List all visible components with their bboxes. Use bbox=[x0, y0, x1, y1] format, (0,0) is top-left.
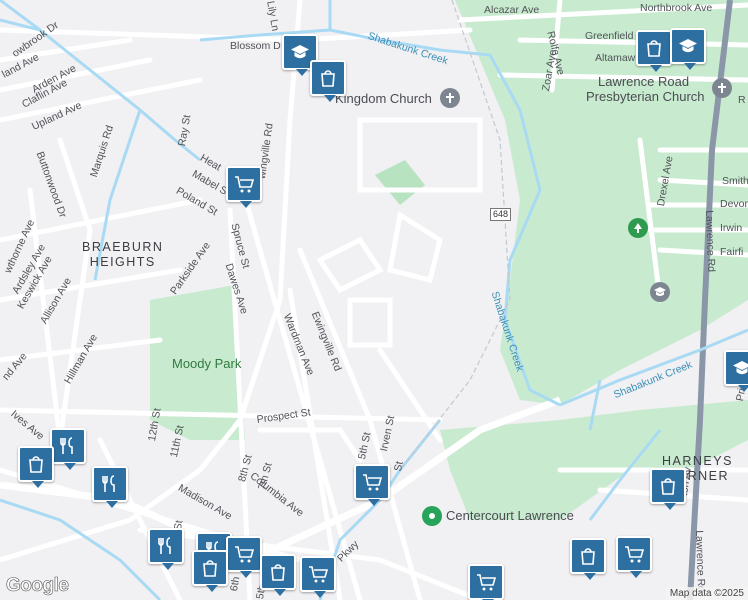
route-648-shield: 648 bbox=[490, 208, 512, 221]
park-label-moody: Moody Park bbox=[172, 356, 242, 371]
street-label-devon: Devon bbox=[720, 198, 748, 210]
district-line-1: BRAEBURN bbox=[82, 240, 164, 254]
cart-icon[interactable] bbox=[226, 166, 262, 208]
cart-icon[interactable] bbox=[226, 536, 262, 578]
street-label-northbrook: Northbrook Ave bbox=[640, 2, 713, 14]
shopping-bag-icon[interactable] bbox=[192, 550, 228, 592]
poi-label-centercourt[interactable]: Centercourt Lawrence bbox=[446, 508, 574, 523]
restaurant-icon[interactable] bbox=[92, 466, 128, 508]
district-label-braeburn: BRAEBURN HEIGHTS bbox=[82, 240, 163, 270]
field-area bbox=[375, 160, 425, 205]
church-icon-2[interactable] bbox=[712, 78, 732, 98]
map-attribution[interactable]: Map data ©2025 bbox=[665, 587, 748, 600]
cart-icon[interactable] bbox=[354, 464, 390, 506]
shopping-bag-icon[interactable] bbox=[260, 554, 296, 596]
street-label-smith: Smith bbox=[722, 175, 748, 187]
street-label-r: R bbox=[738, 94, 746, 106]
school-icon[interactable] bbox=[724, 350, 748, 392]
shopping-bag-icon[interactable] bbox=[570, 538, 606, 580]
church-icon[interactable] bbox=[440, 88, 460, 108]
street-label-altamawr: Altamawr bbox=[595, 52, 639, 64]
shopping-bag-icon[interactable] bbox=[650, 468, 686, 510]
cart-icon[interactable] bbox=[616, 536, 652, 578]
tree-icon[interactable] bbox=[628, 218, 648, 238]
street-label-blossom: Blossom D bbox=[230, 40, 281, 52]
school-icon[interactable] bbox=[670, 28, 706, 70]
street-label-fairfi: Fairfi bbox=[720, 246, 744, 258]
street-label-lawrence-rd-south: Lawrence Rd bbox=[693, 530, 708, 593]
street-label-6th: 6th bbox=[228, 575, 243, 593]
street-label-irwin: Irwin bbox=[720, 222, 743, 234]
centercourt-icon[interactable] bbox=[422, 506, 442, 526]
restaurant-icon[interactable] bbox=[50, 428, 86, 470]
school-marker-icon[interactable] bbox=[650, 282, 670, 302]
shopping-bag-icon[interactable] bbox=[636, 30, 672, 72]
cart-icon[interactable] bbox=[468, 564, 504, 600]
poi-label-lawrence-road-1[interactable]: Lawrence Road bbox=[598, 74, 689, 89]
google-logo: Google bbox=[6, 575, 70, 597]
street-label-alcazar: Alcazar Ave bbox=[484, 4, 540, 16]
poi-label-kingdom-church[interactable]: Kingdom Church bbox=[335, 91, 432, 106]
poi-label-lawrence-road-2[interactable]: Presbyterian Church bbox=[586, 89, 705, 104]
district-line-2: HEIGHTS bbox=[89, 255, 156, 269]
district2-line-1: HARNEYS bbox=[662, 454, 733, 468]
cart-icon[interactable] bbox=[300, 556, 336, 598]
shopping-bag-icon[interactable] bbox=[310, 60, 346, 102]
shopping-bag-icon[interactable] bbox=[18, 446, 54, 488]
restaurant-icon[interactable] bbox=[148, 528, 184, 570]
street-label-lawrence-rd: Lawrence Rd bbox=[703, 210, 718, 273]
map-canvas[interactable]: Alcazar Ave Northbrook Ave Rolfe Ave Gre… bbox=[0, 0, 748, 600]
